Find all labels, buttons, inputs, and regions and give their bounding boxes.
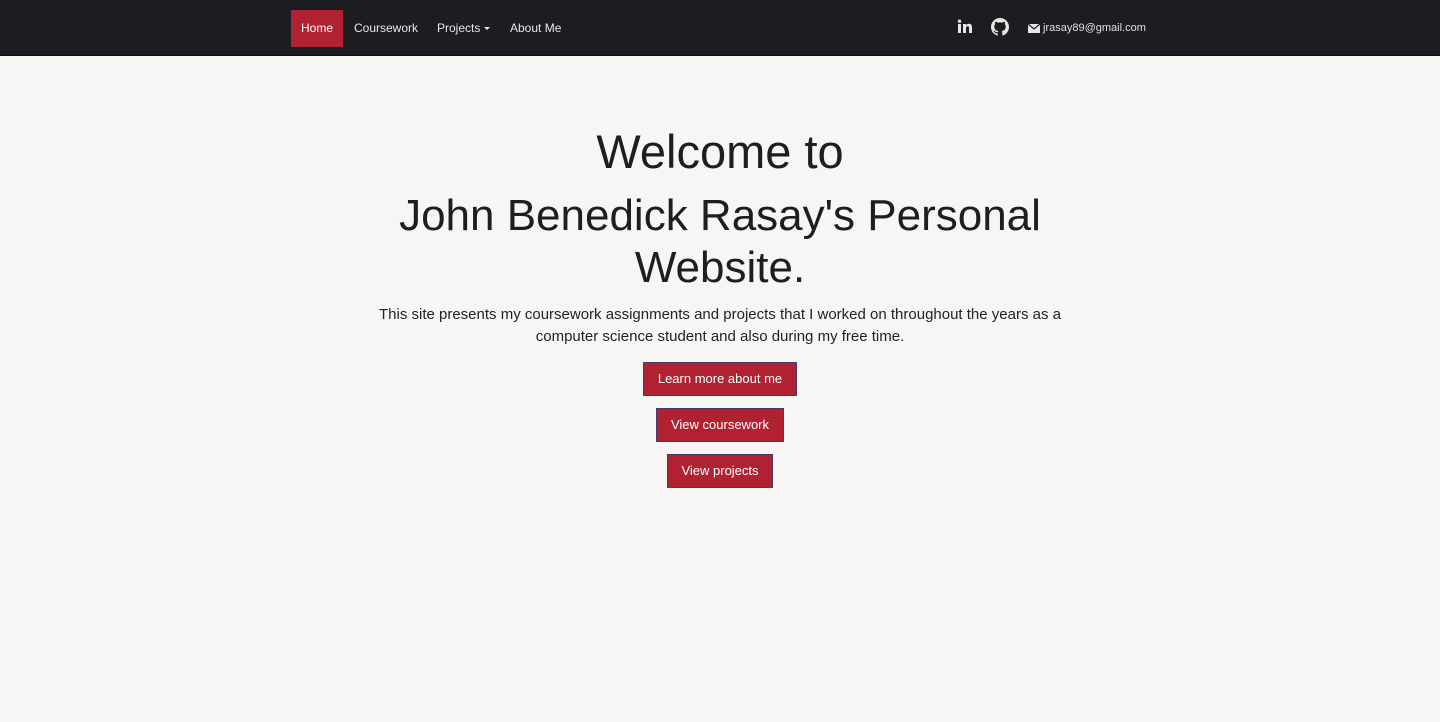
caret-down-icon xyxy=(484,27,491,31)
hero-title-name: John Benedick Rasay's Personal Website. xyxy=(399,191,1041,292)
hero-section: Welcome to John Benedick Rasay's Persona… xyxy=(320,124,1120,488)
nav-projects-dropdown[interactable]: Projects xyxy=(437,10,491,47)
email-link[interactable]: jrasay89@gmail.com xyxy=(1027,19,1146,37)
github-icon[interactable] xyxy=(991,18,1009,36)
view-projects-button[interactable]: View projects xyxy=(667,454,773,488)
hero-description: This site presents my coursework assignm… xyxy=(378,306,1061,345)
nav-coursework[interactable]: Coursework xyxy=(354,10,418,47)
nav-about-me[interactable]: About Me xyxy=(510,10,561,47)
learn-more-button[interactable]: Learn more about me xyxy=(643,362,797,396)
view-coursework-button[interactable]: View coursework xyxy=(656,408,784,442)
nav-projects-label: Projects xyxy=(437,21,481,35)
nav-home[interactable]: Home xyxy=(291,10,343,47)
navbar: Home Coursework Projects About Me jrasay… xyxy=(0,0,1440,56)
envelope-icon xyxy=(1027,23,1041,33)
linkedin-icon[interactable] xyxy=(956,18,974,36)
email-address: jrasay89@gmail.com xyxy=(1043,22,1146,34)
hero-title-welcome: Welcome to xyxy=(596,125,844,178)
